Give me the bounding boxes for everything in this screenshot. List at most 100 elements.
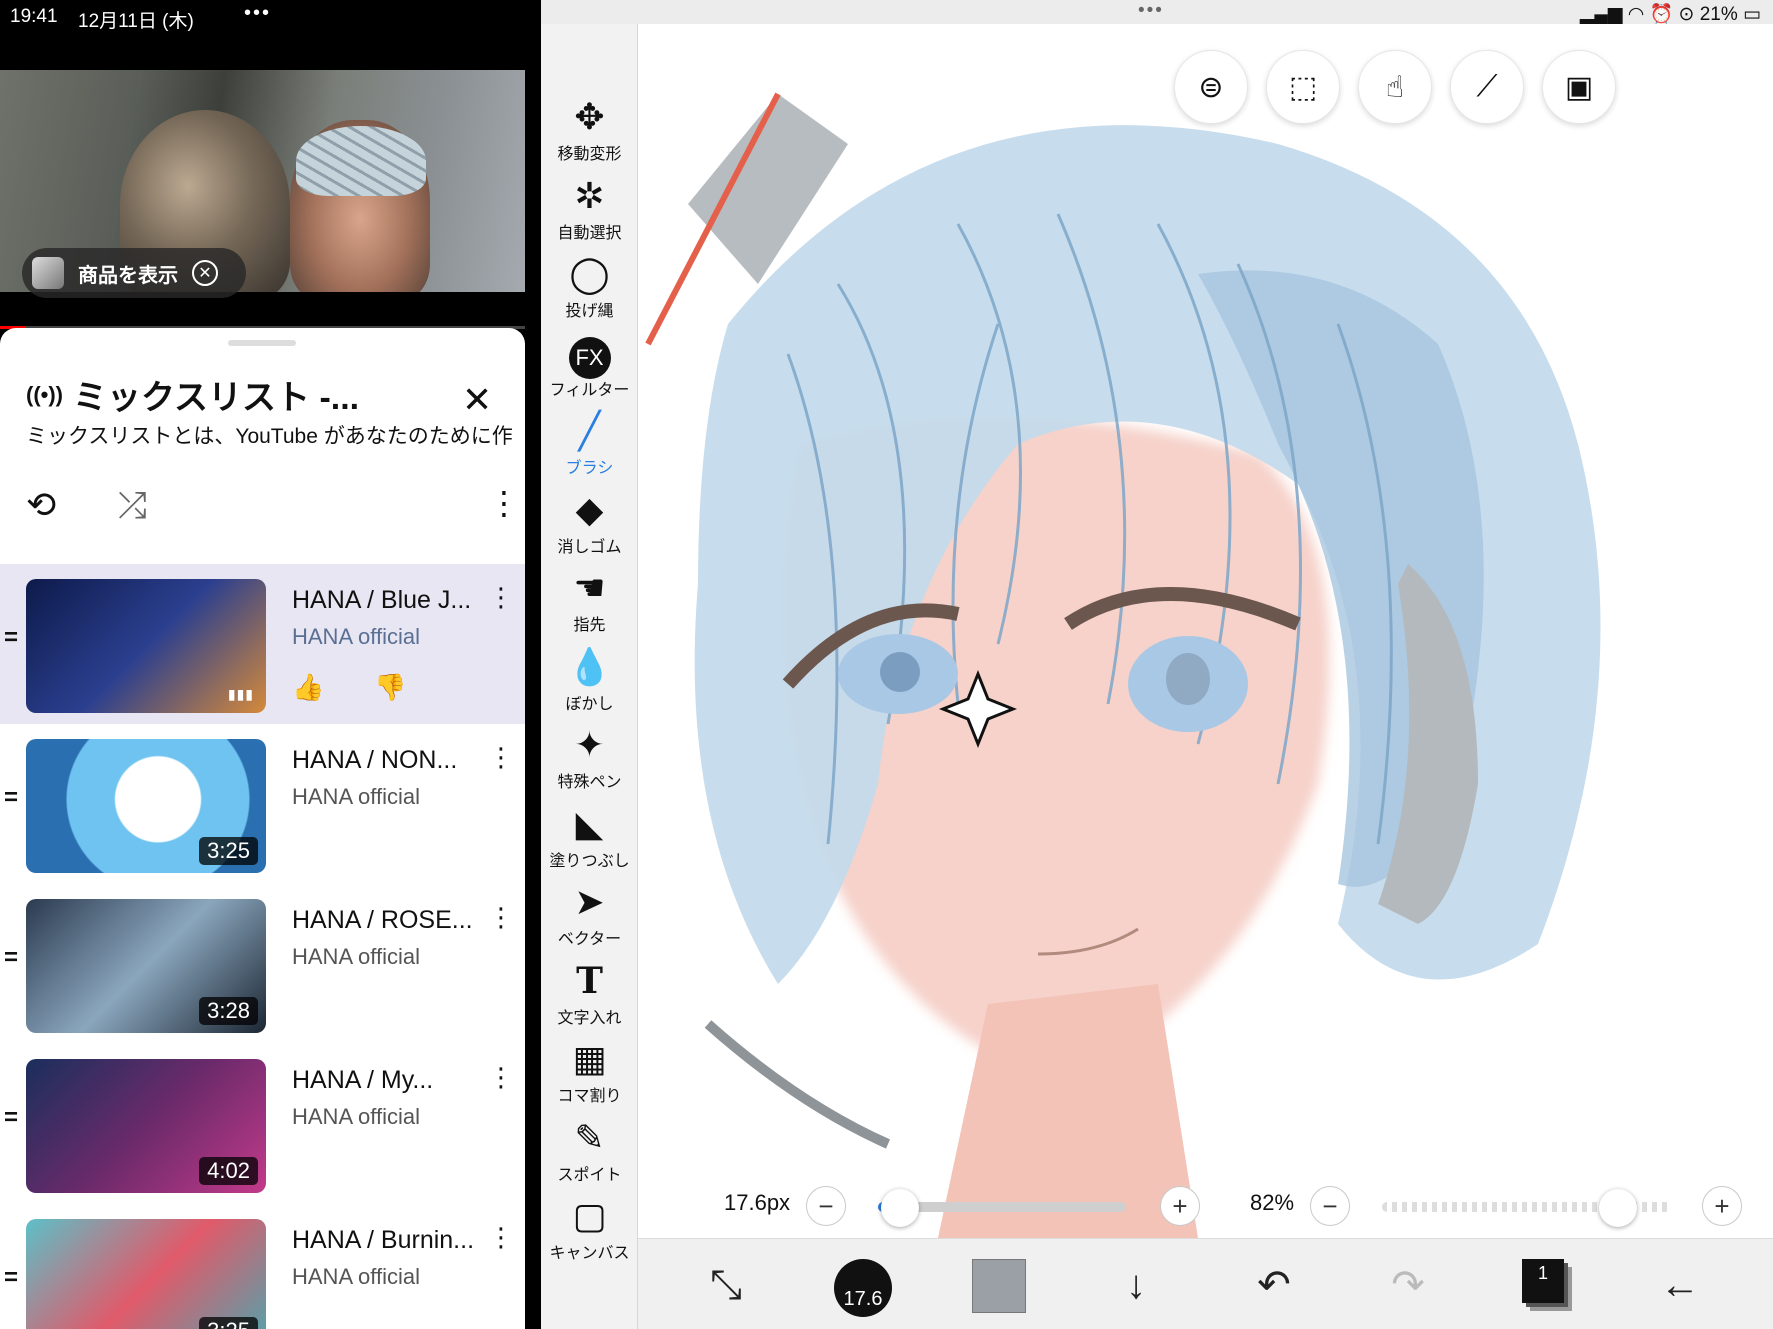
playlist-item[interactable]: = 3:25 HANA / NON... HANA official ⋮ xyxy=(0,724,525,884)
layers-icon[interactable]: 1 xyxy=(1522,1259,1564,1303)
tool-finger[interactable]: ☚ 指先 xyxy=(541,565,638,643)
thumbs-up-icon[interactable]: 👍 xyxy=(292,672,324,703)
toolbar-status-strip xyxy=(541,0,638,24)
reorder-handle-icon[interactable]: = xyxy=(4,944,18,972)
tool-label: ぼかし xyxy=(565,695,614,713)
tool-label: 特殊ペン xyxy=(557,774,622,791)
video-thumbnail[interactable]: ▮▮▮ xyxy=(26,579,266,713)
tool-eraser[interactable]: ◆ 消しゴム xyxy=(541,487,638,565)
video-duration: 4:02 xyxy=(199,1157,258,1185)
brush-size-decrease[interactable]: − xyxy=(806,1186,846,1226)
canvas-area[interactable]: ••• ▂▄▆ ◠ ⏰ ⊙ 21% ▭ ⊜ ⬚ ☝ ⟋ ▣ 17.6px − +… xyxy=(638,0,1773,1329)
video-title[interactable]: HANA / ROSE... xyxy=(292,906,482,935)
more-vert-icon[interactable]: ⋮ xyxy=(488,484,520,522)
redo-icon[interactable]: ↷ xyxy=(1378,1257,1438,1313)
status-bar: 19:41 12月11日 (木) ••• xyxy=(0,0,541,34)
tool-vector-arrow[interactable]: ➤ ベクター xyxy=(541,879,638,957)
artwork-canvas[interactable] xyxy=(638,24,1773,1238)
multitask-dots[interactable]: ••• xyxy=(1138,0,1164,22)
close-chip-icon[interactable]: ✕ xyxy=(192,260,218,286)
more-vert-icon[interactable]: ⋮ xyxy=(488,1222,514,1253)
playlist-item[interactable]: = 4:02 HANA / My... HANA official ⋮ xyxy=(0,1044,525,1204)
selection-rect-icon[interactable]: ⬚ xyxy=(1266,50,1340,124)
playlist-item[interactable]: = 3:28 HANA / ROSE... HANA official ⋮ xyxy=(0,884,525,1044)
more-vert-icon[interactable]: ⋮ xyxy=(488,742,514,773)
reorder-handle-icon[interactable]: = xyxy=(4,1264,18,1292)
video-thumbnail[interactable]: 3:25 xyxy=(26,739,266,873)
video-duration: 3:25 xyxy=(199,1317,258,1329)
brush-size-knob[interactable] xyxy=(881,1189,920,1227)
video-title[interactable]: HANA / Burnin... xyxy=(292,1226,482,1255)
hand-gesture-icon[interactable]: ☝ xyxy=(1358,50,1432,124)
show-products-label: 商品を表示 xyxy=(78,264,178,287)
download-arrow-icon[interactable]: ↓ xyxy=(1106,1257,1166,1313)
tool-fx[interactable]: FX フィルター xyxy=(541,330,638,408)
more-vert-icon[interactable]: ⋮ xyxy=(488,582,514,613)
opacity-knob[interactable] xyxy=(1599,1189,1638,1227)
video-thumbnail[interactable]: 4:02 xyxy=(26,1059,266,1193)
toggle-settings-icon[interactable]: ⊜ xyxy=(1174,50,1248,124)
tool-panel-divide[interactable]: ▦ コマ割り xyxy=(541,1036,638,1114)
quick-actions-icon[interactable]: ⤡ xyxy=(696,1257,756,1313)
video-thumbnail[interactable]: 3:25 xyxy=(26,1219,266,1329)
brush-size-badge[interactable]: 17.6 xyxy=(834,1259,892,1317)
reorder-handle-icon[interactable]: = xyxy=(4,784,18,812)
playlist-controls: ⟲ ⤮ ⋮ xyxy=(0,478,525,538)
text-icon: T xyxy=(576,959,603,1002)
move-icon: ✥ xyxy=(574,96,605,137)
tool-label: スポイト xyxy=(557,1166,622,1184)
tool-fill-bucket[interactable]: ◣ 塗りつぶし xyxy=(541,801,638,879)
video-duration: 3:25 xyxy=(199,837,258,865)
brush-icon: ╱ xyxy=(578,410,601,451)
tool-magic-wand[interactable]: ✲ 自動選択 xyxy=(541,173,638,251)
show-products-chip[interactable]: 商品を表示 ✕ xyxy=(22,248,246,298)
tool-move[interactable]: ✥ 移動変形 xyxy=(541,94,638,172)
tool-label: ベクター xyxy=(557,931,622,948)
bottom-toolbar: ⤡ 17.6 ↓ ↶ ↷ 1 ← xyxy=(638,1238,1773,1329)
mix-playlist-panel: ((•)) ミックスリスト -... ✕ ミックスリストとは、YouTube が… xyxy=(0,328,525,1329)
special-pen-icon: ✦ xyxy=(574,724,605,765)
thumbs-down-icon[interactable]: 👎 xyxy=(374,672,406,703)
tool-eyedropper[interactable]: ✎ スポイト xyxy=(541,1115,638,1193)
art-left-pupil xyxy=(880,652,920,692)
reorder-handle-icon[interactable]: = xyxy=(4,624,18,652)
tool-label: 自動選択 xyxy=(557,224,622,242)
signal-icon: ▂▄▆ xyxy=(1579,4,1623,25)
playlist-item[interactable]: = ▮▮▮ HANA / Blue J... HANA official ⋮ 👍 👎 xyxy=(0,564,525,724)
tool-lasso[interactable]: ◯ 投げ縄 xyxy=(541,251,638,329)
eyedropper-icon: ✎ xyxy=(574,1116,605,1158)
video-thumbnail[interactable]: 3:28 xyxy=(26,899,266,1033)
shuffle-icon[interactable]: ⤮ xyxy=(118,484,147,527)
tool-blur-drop[interactable]: 💧 ぼかし xyxy=(541,644,638,722)
more-vert-icon[interactable]: ⋮ xyxy=(488,902,514,933)
tool-special-pen[interactable]: ✦ 特殊ペン xyxy=(541,722,638,800)
video-title[interactable]: HANA / NON... xyxy=(292,746,482,775)
opacity-decrease[interactable]: − xyxy=(1310,1186,1350,1226)
back-arrow-icon[interactable]: ← xyxy=(1650,1257,1710,1313)
battery-icon: ▭ xyxy=(1743,4,1761,25)
close-playlist-icon[interactable]: ✕ xyxy=(462,382,492,418)
opacity-increase[interactable]: + xyxy=(1702,1186,1742,1226)
tool-text[interactable]: T 文字入れ xyxy=(541,958,638,1036)
tool-label: キャンバス xyxy=(549,1245,630,1262)
tool-brush[interactable]: ╱ ブラシ xyxy=(541,408,638,486)
drag-handle[interactable] xyxy=(228,340,296,346)
status-time: 19:41 xyxy=(10,6,58,27)
tool-label: コマ割り xyxy=(557,1088,622,1105)
reorder-handle-icon[interactable]: = xyxy=(4,1104,18,1132)
repeat-icon[interactable]: ⟲ xyxy=(26,484,56,526)
video-title[interactable]: HANA / My... xyxy=(292,1066,482,1095)
brush-size-increase[interactable]: + xyxy=(1160,1186,1200,1226)
more-vert-icon[interactable]: ⋮ xyxy=(488,1062,514,1093)
tool-canvas[interactable]: ▢ キャンバス xyxy=(541,1193,638,1271)
multitask-dots[interactable]: ••• xyxy=(244,2,271,25)
image-reference-icon[interactable]: ▣ xyxy=(1542,50,1616,124)
current-color-swatch[interactable] xyxy=(972,1259,1026,1313)
finger-icon: ☚ xyxy=(573,567,606,608)
video-title[interactable]: HANA / Blue J... xyxy=(292,586,482,615)
ipad-status-bar: ••• ▂▄▆ ◠ ⏰ ⊙ 21% ▭ xyxy=(638,0,1773,25)
playlist-item[interactable]: = 3:25 HANA / Burnin... HANA official ⋮ xyxy=(0,1204,525,1329)
channel-name: HANA official xyxy=(292,1264,420,1289)
ruler-icon[interactable]: ⟋ xyxy=(1450,50,1524,124)
undo-icon[interactable]: ↶ xyxy=(1244,1257,1304,1313)
